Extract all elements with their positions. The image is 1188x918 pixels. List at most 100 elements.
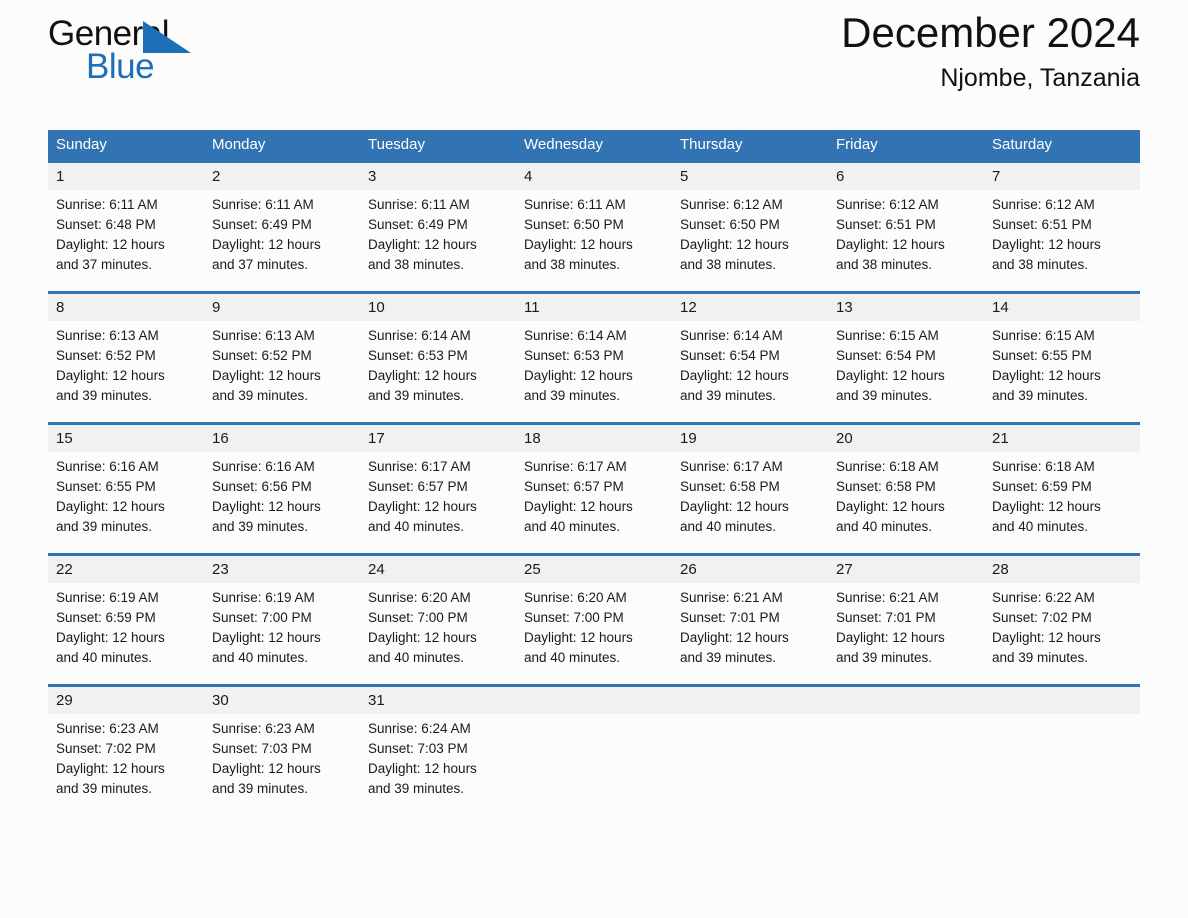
daylight-text-line2: and 37 minutes. bbox=[212, 257, 309, 272]
day-cell[interactable]: 12 Sunrise: 6:14 AM Sunset: 6:54 PM Dayl… bbox=[672, 294, 828, 422]
sunrise-text: Sunrise: 6:11 AM bbox=[56, 197, 158, 212]
day-cell[interactable]: 1 Sunrise: 6:11 AM Sunset: 6:48 PM Dayli… bbox=[48, 163, 204, 291]
weekday-header-thursday: Thursday bbox=[680, 136, 743, 153]
day-number-band: 5 bbox=[672, 163, 828, 190]
daylight-text-line2: and 39 minutes. bbox=[212, 388, 309, 403]
day-cell[interactable]: 27 Sunrise: 6:21 AM Sunset: 7:01 PM Dayl… bbox=[828, 556, 984, 684]
week-row: 8 Sunrise: 6:13 AM Sunset: 6:52 PM Dayli… bbox=[48, 291, 1140, 422]
day-cell[interactable]: 29 Sunrise: 6:23 AM Sunset: 7:02 PM Dayl… bbox=[48, 687, 204, 815]
day-number-band: 14 bbox=[984, 294, 1140, 321]
day-cell[interactable]: 5 Sunrise: 6:12 AM Sunset: 6:50 PM Dayli… bbox=[672, 163, 828, 291]
day-cell[interactable]: 10 Sunrise: 6:14 AM Sunset: 6:53 PM Dayl… bbox=[360, 294, 516, 422]
day-cell[interactable]: 28 Sunrise: 6:22 AM Sunset: 7:02 PM Dayl… bbox=[984, 556, 1140, 684]
day-number: 18 bbox=[524, 430, 541, 447]
sunset-text: Sunset: 6:54 PM bbox=[680, 348, 780, 363]
day-cell[interactable]: 11 Sunrise: 6:14 AM Sunset: 6:53 PM Dayl… bbox=[516, 294, 672, 422]
day-cell[interactable]: 6 Sunrise: 6:12 AM Sunset: 6:51 PM Dayli… bbox=[828, 163, 984, 291]
day-number: 3 bbox=[368, 168, 377, 185]
weekday-header-row: Sunday Monday Tuesday Wednesday Thursday… bbox=[48, 130, 1140, 160]
sunrise-text: Sunrise: 6:18 AM bbox=[992, 459, 1095, 474]
day-number-band: 8 bbox=[48, 294, 204, 321]
sunrise-text: Sunrise: 6:14 AM bbox=[680, 328, 783, 343]
day-number-band: 16 bbox=[204, 425, 360, 452]
brand-logo[interactable]: General Blue bbox=[48, 16, 198, 90]
day-cell[interactable]: 16 Sunrise: 6:16 AM Sunset: 6:56 PM Dayl… bbox=[204, 425, 360, 553]
sunrise-text: Sunrise: 6:19 AM bbox=[212, 590, 315, 605]
day-cell[interactable]: 15 Sunrise: 6:16 AM Sunset: 6:55 PM Dayl… bbox=[48, 425, 204, 553]
sunset-text: Sunset: 6:52 PM bbox=[212, 348, 312, 363]
day-details: Sunrise: 6:23 AM Sunset: 7:02 PM Dayligh… bbox=[48, 714, 204, 799]
sunrise-text: Sunrise: 6:23 AM bbox=[212, 721, 315, 736]
daylight-text-line1: Daylight: 12 hours bbox=[212, 630, 321, 645]
day-cell[interactable]: 20 Sunrise: 6:18 AM Sunset: 6:58 PM Dayl… bbox=[828, 425, 984, 553]
daylight-text-line1: Daylight: 12 hours bbox=[836, 368, 945, 383]
daylight-text-line2: and 39 minutes. bbox=[56, 519, 153, 534]
daylight-text-line1: Daylight: 12 hours bbox=[56, 761, 165, 776]
day-cell[interactable]: 3 Sunrise: 6:11 AM Sunset: 6:49 PM Dayli… bbox=[360, 163, 516, 291]
day-cell[interactable]: 23 Sunrise: 6:19 AM Sunset: 7:00 PM Dayl… bbox=[204, 556, 360, 684]
sunrise-text: Sunrise: 6:12 AM bbox=[680, 197, 783, 212]
day-cell[interactable]: 13 Sunrise: 6:15 AM Sunset: 6:54 PM Dayl… bbox=[828, 294, 984, 422]
day-details: Sunrise: 6:13 AM Sunset: 6:52 PM Dayligh… bbox=[48, 321, 204, 406]
day-cell-empty bbox=[984, 687, 1140, 815]
sunrise-text: Sunrise: 6:12 AM bbox=[836, 197, 939, 212]
day-cell[interactable]: 8 Sunrise: 6:13 AM Sunset: 6:52 PM Dayli… bbox=[48, 294, 204, 422]
daylight-text-line1: Daylight: 12 hours bbox=[56, 499, 165, 514]
day-details: Sunrise: 6:14 AM Sunset: 6:53 PM Dayligh… bbox=[516, 321, 672, 406]
daylight-text-line1: Daylight: 12 hours bbox=[212, 499, 321, 514]
day-number: 20 bbox=[836, 430, 853, 447]
day-cell[interactable]: 9 Sunrise: 6:13 AM Sunset: 6:52 PM Dayli… bbox=[204, 294, 360, 422]
daylight-text-line1: Daylight: 12 hours bbox=[56, 630, 165, 645]
day-number-band: 21 bbox=[984, 425, 1140, 452]
day-cell[interactable]: 18 Sunrise: 6:17 AM Sunset: 6:57 PM Dayl… bbox=[516, 425, 672, 553]
daylight-text-line1: Daylight: 12 hours bbox=[212, 368, 321, 383]
day-details: Sunrise: 6:20 AM Sunset: 7:00 PM Dayligh… bbox=[516, 583, 672, 668]
day-number: 7 bbox=[992, 168, 1001, 185]
sunset-text: Sunset: 6:48 PM bbox=[56, 217, 156, 232]
daylight-text-line1: Daylight: 12 hours bbox=[524, 630, 633, 645]
sunset-text: Sunset: 6:58 PM bbox=[680, 479, 780, 494]
sunrise-text: Sunrise: 6:20 AM bbox=[524, 590, 627, 605]
day-cell[interactable]: 26 Sunrise: 6:21 AM Sunset: 7:01 PM Dayl… bbox=[672, 556, 828, 684]
day-number-band: 9 bbox=[204, 294, 360, 321]
day-number-band: 7 bbox=[984, 163, 1140, 190]
daylight-text-line2: and 39 minutes. bbox=[212, 519, 309, 534]
brand-name-blue: Blue bbox=[86, 47, 155, 86]
day-cell[interactable]: 19 Sunrise: 6:17 AM Sunset: 6:58 PM Dayl… bbox=[672, 425, 828, 553]
daylight-text-line2: and 39 minutes. bbox=[992, 650, 1089, 665]
day-number-band: 1 bbox=[48, 163, 204, 190]
day-number: 30 bbox=[212, 692, 229, 709]
sunset-text: Sunset: 6:53 PM bbox=[524, 348, 624, 363]
day-number: 15 bbox=[56, 430, 73, 447]
sunset-text: Sunset: 6:56 PM bbox=[212, 479, 312, 494]
day-number-band: 6 bbox=[828, 163, 984, 190]
sunset-text: Sunset: 6:58 PM bbox=[836, 479, 936, 494]
sunrise-text: Sunrise: 6:12 AM bbox=[992, 197, 1095, 212]
sunset-text: Sunset: 7:03 PM bbox=[368, 741, 468, 756]
day-cell[interactable]: 17 Sunrise: 6:17 AM Sunset: 6:57 PM Dayl… bbox=[360, 425, 516, 553]
daylight-text-line1: Daylight: 12 hours bbox=[524, 237, 633, 252]
day-cell[interactable]: 7 Sunrise: 6:12 AM Sunset: 6:51 PM Dayli… bbox=[984, 163, 1140, 291]
day-cell[interactable]: 21 Sunrise: 6:18 AM Sunset: 6:59 PM Dayl… bbox=[984, 425, 1140, 553]
day-cell[interactable]: 25 Sunrise: 6:20 AM Sunset: 7:00 PM Dayl… bbox=[516, 556, 672, 684]
day-number-band: 26 bbox=[672, 556, 828, 583]
daylight-text-line2: and 40 minutes. bbox=[992, 519, 1089, 534]
day-cell[interactable]: 14 Sunrise: 6:15 AM Sunset: 6:55 PM Dayl… bbox=[984, 294, 1140, 422]
day-cell[interactable]: 30 Sunrise: 6:23 AM Sunset: 7:03 PM Dayl… bbox=[204, 687, 360, 815]
sunset-text: Sunset: 7:00 PM bbox=[524, 610, 624, 625]
sunrise-text: Sunrise: 6:20 AM bbox=[368, 590, 471, 605]
day-details: Sunrise: 6:12 AM Sunset: 6:50 PM Dayligh… bbox=[672, 190, 828, 275]
daylight-text-line2: and 40 minutes. bbox=[524, 650, 621, 665]
day-cell[interactable]: 2 Sunrise: 6:11 AM Sunset: 6:49 PM Dayli… bbox=[204, 163, 360, 291]
sunset-text: Sunset: 6:53 PM bbox=[368, 348, 468, 363]
day-cell[interactable]: 4 Sunrise: 6:11 AM Sunset: 6:50 PM Dayli… bbox=[516, 163, 672, 291]
day-details: Sunrise: 6:12 AM Sunset: 6:51 PM Dayligh… bbox=[984, 190, 1140, 275]
day-cell[interactable]: 31 Sunrise: 6:24 AM Sunset: 7:03 PM Dayl… bbox=[360, 687, 516, 815]
daylight-text-line1: Daylight: 12 hours bbox=[368, 368, 477, 383]
week-row: 29 Sunrise: 6:23 AM Sunset: 7:02 PM Dayl… bbox=[48, 684, 1140, 815]
day-cell[interactable]: 24 Sunrise: 6:20 AM Sunset: 7:00 PM Dayl… bbox=[360, 556, 516, 684]
daylight-text-line2: and 39 minutes. bbox=[368, 781, 465, 796]
daylight-text-line1: Daylight: 12 hours bbox=[56, 237, 165, 252]
daylight-text-line2: and 39 minutes. bbox=[836, 650, 933, 665]
day-cell[interactable]: 22 Sunrise: 6:19 AM Sunset: 6:59 PM Dayl… bbox=[48, 556, 204, 684]
